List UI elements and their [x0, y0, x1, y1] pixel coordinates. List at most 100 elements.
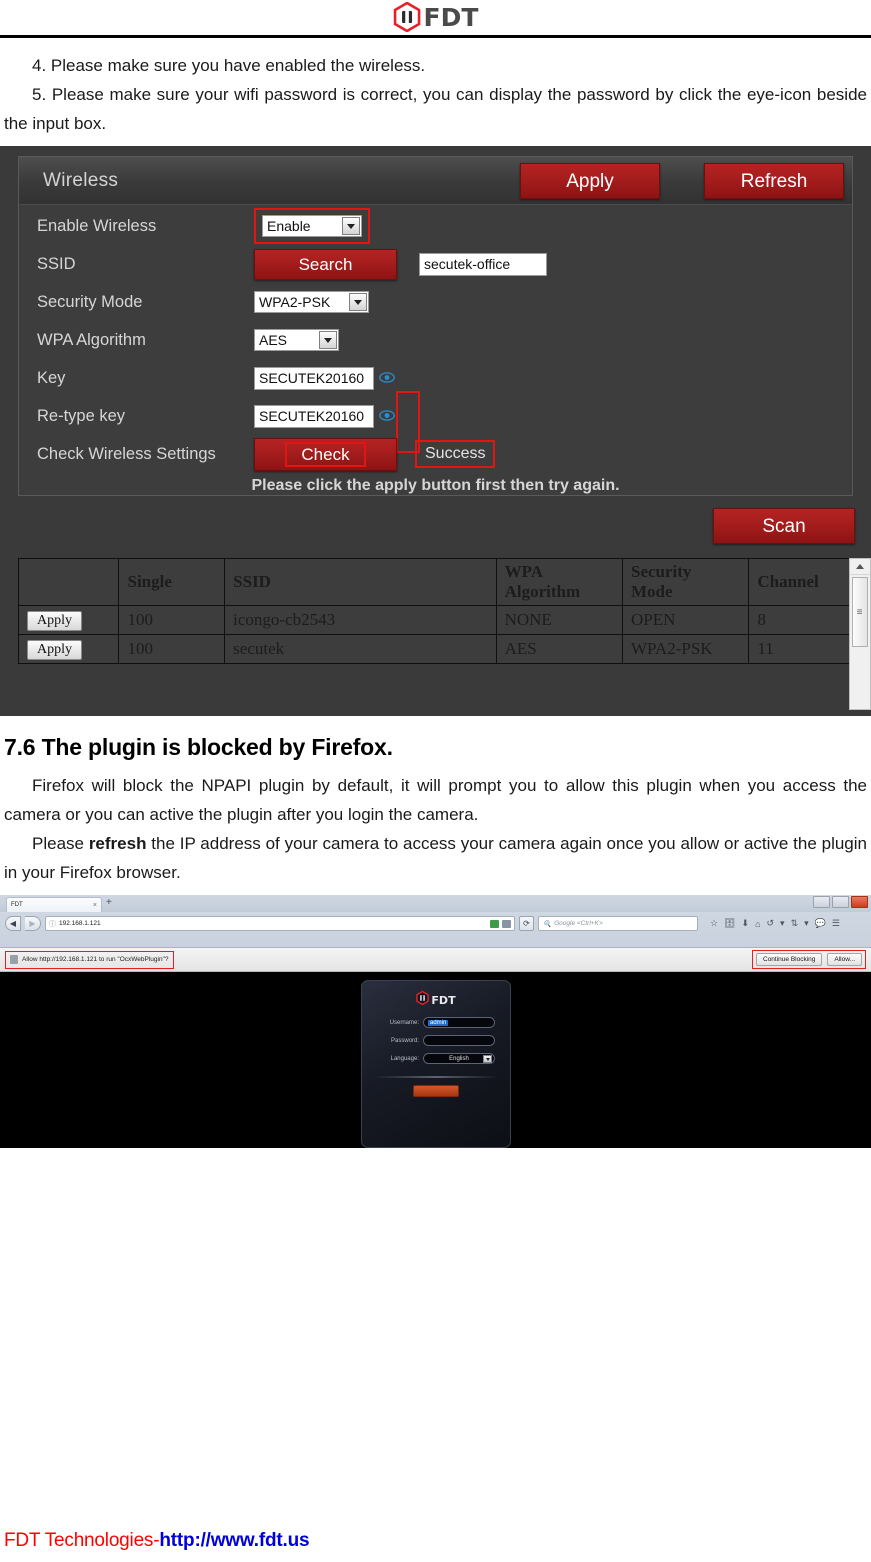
url-bar[interactable]: ⓘ 192.168.1.121: [45, 916, 515, 931]
bookmark-star-icon[interactable]: ☆: [710, 918, 718, 929]
chevron-down-icon[interactable]: [349, 293, 367, 311]
notification-buttons-highlight: Continue Blocking Allow...: [752, 950, 866, 969]
row-ssid: SSID Search secutek-office: [19, 245, 852, 283]
chat-icon[interactable]: 💬: [815, 918, 826, 929]
table-row: Apply 100 icongo-cb2543 NONE OPEN 8: [17, 605, 853, 635]
login-logo-text: FDT: [431, 994, 456, 1007]
downloads-icon[interactable]: ⬇: [742, 918, 750, 929]
language-select[interactable]: English: [423, 1053, 495, 1064]
maximize-button[interactable]: [832, 896, 849, 908]
scrollbar-up-arrow-icon[interactable]: [850, 559, 870, 575]
shield-icon[interactable]: [490, 919, 499, 928]
fdt-logo: FDT: [393, 2, 478, 32]
search-placeholder: Google <Ctrl+K>: [554, 920, 603, 927]
minimize-button[interactable]: [813, 896, 830, 908]
reader-mode-icon[interactable]: [502, 919, 511, 928]
enable-wireless-value: Enable: [267, 218, 311, 234]
cell-single: 100: [118, 634, 226, 664]
key-input[interactable]: SECUTEK20160: [254, 366, 374, 390]
table-header-row: Single SSID WPA Algorithm Security Mode …: [17, 558, 853, 606]
window-close-button[interactable]: [851, 896, 868, 908]
username-value: admin: [428, 1019, 449, 1026]
list-item-4: 4. Please make sure you have enabled the…: [32, 56, 426, 75]
th-wpa-line2: Algorithm: [504, 582, 581, 601]
tab-label: FDT: [11, 902, 23, 908]
history-icon[interactable]: ↺: [767, 918, 775, 929]
browser-toolbar-icons: ☆ 🗄 ⬇ ⌂ ↺ ▾ ⇅ ▾ 💬 ☰: [710, 918, 840, 929]
chevron-down-icon[interactable]: ▾: [780, 918, 785, 929]
cell-channel: 8: [748, 605, 853, 635]
wireless-settings-screenshot: Wireless Apply Refresh Enable Wireless E…: [0, 146, 871, 716]
search-button[interactable]: Search: [254, 248, 397, 280]
apply-button[interactable]: Apply: [520, 163, 660, 199]
section-paragraph-2: Please refresh the IP address of your ca…: [4, 829, 867, 887]
new-tab-button[interactable]: +: [106, 898, 112, 908]
plugin-icon: [10, 955, 18, 964]
retype-key-input[interactable]: SECUTEK20160: [254, 404, 374, 428]
home-icon[interactable]: ⌂: [755, 919, 760, 929]
search-icon: 🔍: [543, 920, 552, 928]
chevron-down-icon[interactable]: [342, 217, 360, 235]
save-page-icon[interactable]: 🗄: [724, 918, 735, 929]
security-mode-select[interactable]: WPA2-PSK: [254, 291, 369, 313]
th-security-mode: Security Mode: [621, 558, 750, 606]
ssid-input[interactable]: secutek-office: [419, 252, 547, 276]
browser-chrome: FDT × + ◀ ▶ ⓘ 192.168.1.121 ⟳ 🔍 Google <…: [0, 895, 871, 948]
menu-hamburger-icon[interactable]: ☰: [832, 918, 840, 929]
label-check-wireless: Check Wireless Settings: [37, 444, 216, 463]
chevron-down-icon[interactable]: [483, 1055, 492, 1063]
scrollbar-thumb[interactable]: ≡: [852, 577, 868, 647]
show-retype-key-eye-icon[interactable]: [379, 409, 395, 424]
allow-button[interactable]: Allow...: [827, 953, 862, 966]
username-label: Username:: [389, 1019, 419, 1026]
label-ssid: SSID: [37, 254, 76, 273]
refresh-button[interactable]: Refresh: [704, 163, 844, 199]
search-input[interactable]: 🔍 Google <Ctrl+K>: [538, 916, 698, 931]
cell-action: Apply: [17, 634, 120, 664]
wifi-scan-results-table: Single SSID WPA Algorithm Security Mode …: [17, 558, 853, 664]
enable-wireless-highlight: Enable: [254, 208, 370, 244]
check-button[interactable]: Check: [254, 437, 397, 471]
login-button[interactable]: [413, 1085, 459, 1097]
cell-ssid: icongo-cb2543: [224, 605, 497, 635]
sync-icon[interactable]: ⇅: [791, 918, 799, 929]
chevron-down-icon[interactable]: ▾: [804, 918, 809, 929]
page-info-icon[interactable]: ⓘ: [49, 919, 56, 929]
row-apply-button[interactable]: Apply: [27, 640, 82, 660]
close-icon[interactable]: ×: [93, 902, 97, 909]
table-scrollbar[interactable]: ≡: [849, 558, 871, 710]
fdt-hexagon-logo-icon: [393, 2, 421, 32]
scan-button[interactable]: Scan: [713, 508, 855, 544]
th-action: [17, 558, 120, 606]
section-7-6: 7.6 The plugin is blocked by Firefox. Fi…: [0, 734, 871, 887]
enable-wireless-select[interactable]: Enable: [262, 215, 362, 237]
plugin-permission-notification-bar: Allow http://192.168.1.121 to run "OcxWe…: [0, 948, 871, 972]
notification-text: Allow http://192.168.1.121 to run "OcxWe…: [22, 956, 169, 963]
footer-url[interactable]: http://www.fdt.us: [159, 1530, 309, 1551]
firefox-browser-screenshot: FDT × + ◀ ▶ ⓘ 192.168.1.121 ⟳ 🔍 Google <…: [0, 895, 871, 1148]
window-controls: [813, 896, 868, 908]
row-check-wireless: Check Wireless Settings Check Success: [19, 435, 852, 473]
continue-blocking-button[interactable]: Continue Blocking: [756, 953, 823, 966]
cell-ssid: secutek: [224, 634, 497, 664]
label-enable-wireless: Enable Wireless: [37, 216, 157, 235]
label-retype-key: Re-type key: [37, 406, 126, 425]
show-key-eye-icon[interactable]: [379, 371, 395, 386]
row-enable-wireless: Enable Wireless Enable: [19, 207, 852, 245]
row-security-mode: Security Mode WPA2-PSK: [19, 283, 852, 321]
label-security-mode: Security Mode: [37, 292, 143, 311]
wireless-form: Enable Wireless Enable SSID Search secut…: [19, 205, 852, 495]
back-button[interactable]: ◀: [5, 916, 21, 931]
wpa-algorithm-select[interactable]: AES: [254, 329, 339, 351]
browser-tab-fdt[interactable]: FDT ×: [6, 897, 102, 912]
chevron-down-icon[interactable]: [319, 331, 337, 349]
username-field[interactable]: admin: [423, 1017, 495, 1028]
wpa-algorithm-value: AES: [259, 332, 288, 348]
table-row: Apply 100 secutek AES WPA2-PSK 11: [17, 634, 853, 664]
reload-button[interactable]: ⟳: [519, 916, 534, 931]
login-row-password: Password:: [362, 1035, 510, 1046]
login-row-language: Language: English: [362, 1053, 510, 1064]
password-field[interactable]: [423, 1035, 495, 1046]
row-apply-button[interactable]: Apply: [27, 611, 82, 631]
forward-button[interactable]: ▶: [25, 916, 41, 931]
